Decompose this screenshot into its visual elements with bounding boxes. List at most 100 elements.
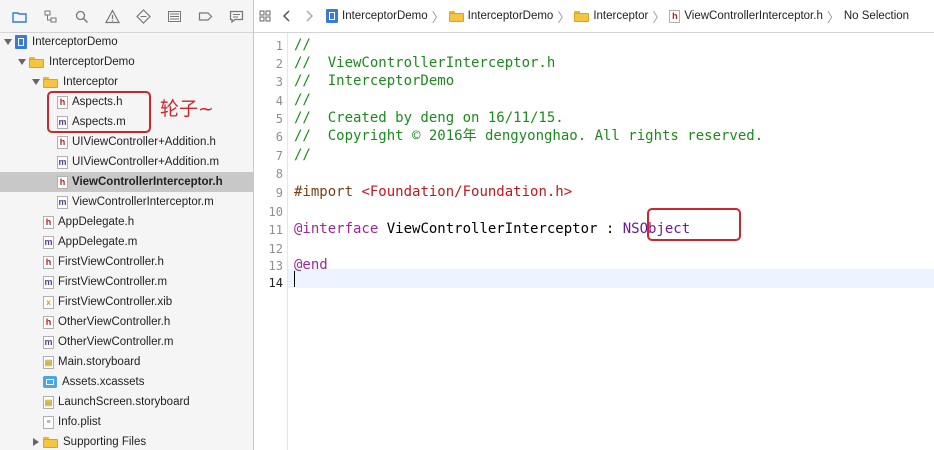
header-file-icon: h bbox=[43, 255, 54, 269]
disclosure-closed-icon[interactable] bbox=[31, 437, 41, 447]
implementation-file-icon: m bbox=[57, 155, 68, 169]
disclosure-open-icon[interactable] bbox=[31, 77, 41, 87]
breadcrumb-label: Interceptor bbox=[593, 10, 649, 22]
breadcrumb-separator-icon: 〉 bbox=[557, 9, 571, 25]
tree-row[interactable]: h OtherViewController.h bbox=[0, 312, 253, 332]
tree-row-label: FirstViewController.xib bbox=[58, 296, 173, 308]
tree-row-label: AppDelegate.h bbox=[58, 216, 135, 228]
breadcrumb-item[interactable]: No Selection bbox=[844, 10, 909, 22]
folder-icon bbox=[43, 76, 58, 88]
tree-row[interactable]: m OtherViewController.m bbox=[0, 332, 253, 352]
code-token: @end bbox=[294, 257, 328, 273]
code-line: // InterceptorDemo bbox=[294, 72, 454, 91]
tree-row[interactable]: Supporting Files bbox=[0, 432, 253, 450]
current-line-highlight bbox=[288, 269, 934, 288]
source-control-navigator-button[interactable] bbox=[35, 0, 66, 33]
tree-row-label: Interceptor bbox=[63, 76, 118, 88]
text-caret bbox=[294, 271, 295, 287]
header-file-icon: h bbox=[57, 135, 68, 149]
code-line: @end bbox=[294, 256, 328, 275]
debug-navigator-button[interactable] bbox=[159, 0, 190, 33]
tree-row[interactable]: h AppDelegate.h bbox=[0, 212, 253, 232]
breadcrumb-item[interactable]: InterceptorDemo bbox=[448, 10, 554, 22]
code-line: // bbox=[294, 146, 311, 165]
chevron-left-icon bbox=[282, 10, 290, 22]
breadcrumb-item[interactable]: InterceptorDemo bbox=[326, 9, 428, 23]
breakpoint-navigator-button[interactable] bbox=[190, 0, 221, 33]
line-number: 1 bbox=[275, 39, 283, 53]
tree-row-label: Main.storyboard bbox=[58, 356, 141, 368]
tree-row[interactable]: ▤ LaunchScreen.storyboard bbox=[0, 392, 253, 412]
plist-file-icon: ≡ bbox=[43, 415, 54, 429]
folder-icon bbox=[448, 10, 464, 22]
annotation-box-nsobject bbox=[647, 208, 741, 241]
source-editor[interactable]: 1 2 3 4 5 6 7 8 9 10 11 12 13 14 //// ViewControllerI… bbox=[254, 33, 934, 450]
tree-row[interactable]: Assets.xcassets bbox=[0, 372, 253, 392]
implementation-file-icon: m bbox=[57, 195, 68, 209]
code-line: @interface ViewControllerInterceptor : N… bbox=[294, 220, 690, 239]
breadcrumb-item[interactable]: h ViewControllerInterceptor.h bbox=[669, 9, 823, 23]
tree-row[interactable]: h FirstViewController.h bbox=[0, 252, 253, 272]
tree-row[interactable]: InterceptorDemo bbox=[0, 32, 253, 52]
report-icon bbox=[229, 10, 244, 23]
xib-file-icon: x bbox=[43, 295, 54, 309]
tree-row[interactable]: m FirstViewController.m bbox=[0, 272, 253, 292]
code-token: // bbox=[294, 37, 311, 53]
line-number: 14 bbox=[268, 276, 283, 290]
line-number: 12 bbox=[268, 242, 283, 256]
tree-row[interactable]: m AppDelegate.m bbox=[0, 232, 253, 252]
annotation-box-aspects bbox=[47, 91, 151, 133]
code-line: #import <Foundation/Foundation.h> bbox=[294, 183, 572, 202]
related-items-button[interactable] bbox=[254, 0, 276, 33]
test-icon bbox=[136, 8, 151, 24]
search-navigator-button[interactable] bbox=[66, 0, 97, 33]
tree-row[interactable]: Interceptor bbox=[0, 72, 253, 92]
grid-icon bbox=[259, 10, 271, 22]
tree-row[interactable]: ≡ Info.plist bbox=[0, 412, 253, 432]
line-number: 9 bbox=[275, 186, 283, 200]
code-token: // InterceptorDemo bbox=[294, 73, 455, 89]
disclosure-open-icon[interactable] bbox=[3, 37, 13, 47]
line-number: 4 bbox=[275, 94, 283, 108]
breadcrumb-item[interactable]: Interceptor bbox=[574, 10, 648, 22]
tree-row[interactable]: ▤ Main.storyboard bbox=[0, 352, 253, 372]
folder-icon bbox=[12, 11, 27, 23]
tree-row[interactable]: InterceptorDemo bbox=[0, 52, 253, 72]
line-number: 13 bbox=[268, 259, 283, 273]
breakpoint-icon bbox=[198, 11, 213, 21]
tree-row[interactable]: m UIViewController+Addition.m bbox=[0, 152, 253, 172]
breadcrumb-label: InterceptorDemo bbox=[342, 10, 428, 22]
breadcrumb-separator-icon: 〉 bbox=[652, 9, 666, 25]
back-button[interactable] bbox=[276, 0, 298, 33]
folder-icon bbox=[29, 56, 44, 68]
chevron-right-icon bbox=[306, 10, 314, 22]
tree-row[interactable]: h ViewControllerInterceptor.h bbox=[0, 172, 253, 192]
line-number: 6 bbox=[275, 130, 283, 144]
line-number-gutter: 1 2 3 4 5 6 7 8 9 10 11 12 13 14 bbox=[254, 33, 288, 450]
code-token: @interface bbox=[294, 221, 379, 237]
breadcrumb-separator-icon: 〉 bbox=[431, 9, 445, 25]
tree-row[interactable]: h UIViewController+Addition.h bbox=[0, 132, 253, 152]
forward-button[interactable] bbox=[298, 0, 320, 33]
warning-navigator-button[interactable] bbox=[97, 0, 128, 33]
test-navigator-button[interactable] bbox=[128, 0, 159, 33]
tree-row-label: ViewControllerInterceptor.m bbox=[72, 196, 214, 208]
warning-icon bbox=[105, 8, 120, 23]
code-token: // Copyright © 2016年 dengyonghao. All ri… bbox=[294, 128, 764, 144]
code-token: <Foundation/Foundation.h> bbox=[361, 184, 573, 200]
tree-row[interactable]: m ViewControllerInterceptor.m bbox=[0, 192, 253, 212]
folder-navigator-button[interactable] bbox=[4, 0, 35, 33]
tree-row-label: ViewControllerInterceptor.h bbox=[72, 176, 223, 188]
tree-row-label: UIViewController+Addition.h bbox=[72, 136, 216, 148]
report-navigator-button[interactable] bbox=[221, 0, 252, 33]
breadcrumb-label: InterceptorDemo bbox=[467, 10, 554, 22]
header-file-icon: h bbox=[43, 315, 54, 329]
code-token: // Created by deng on 16/11/15. bbox=[294, 110, 564, 126]
line-number: 2 bbox=[275, 57, 283, 71]
disclosure-open-icon[interactable] bbox=[17, 57, 27, 67]
navigator-toolbar bbox=[0, 0, 253, 33]
implementation-file-icon: m bbox=[43, 335, 54, 349]
folder-icon bbox=[574, 10, 590, 22]
breadcrumb-separator-icon: 〉 bbox=[826, 9, 840, 25]
tree-row[interactable]: x FirstViewController.xib bbox=[0, 292, 253, 312]
